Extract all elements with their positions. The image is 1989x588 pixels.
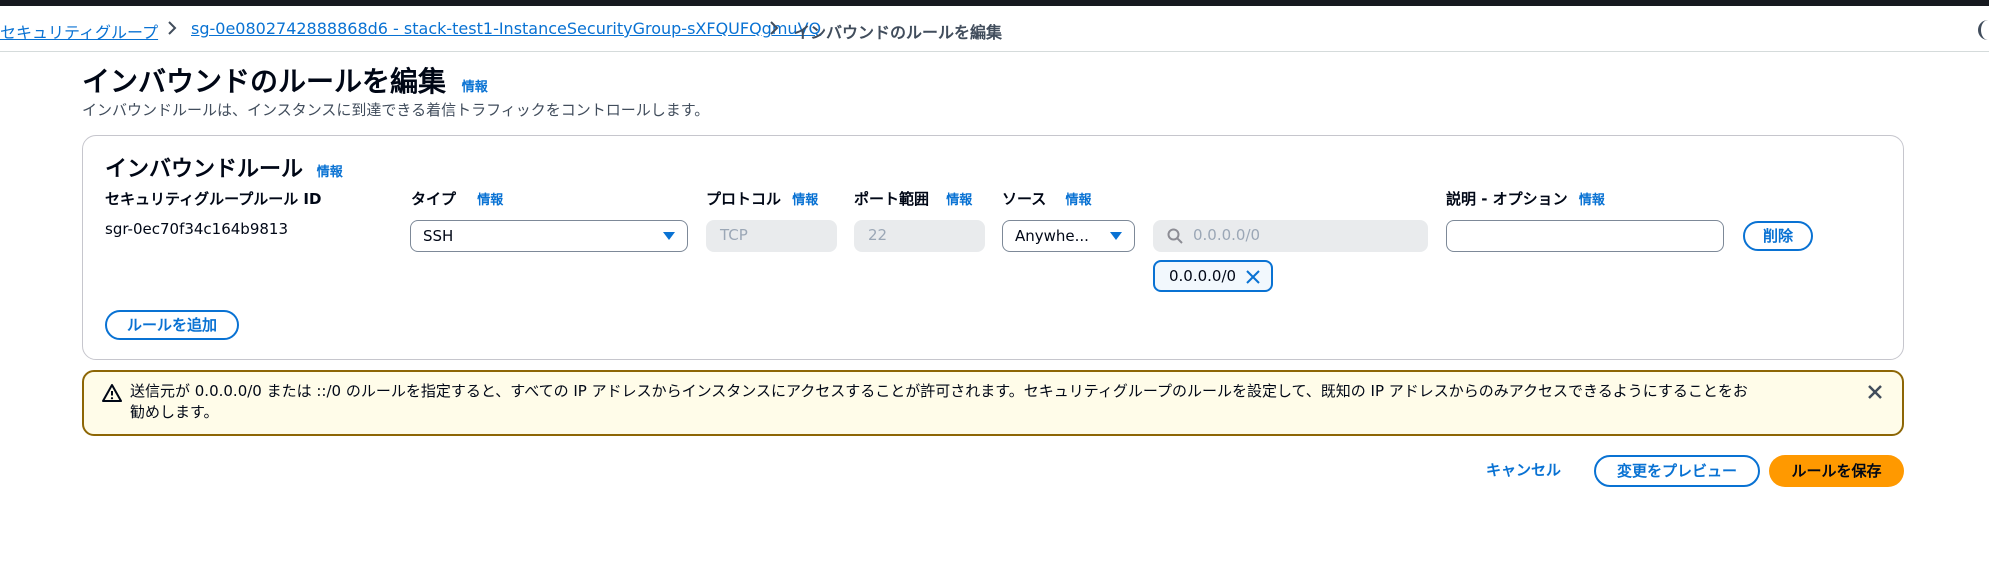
column-header-port-range-label: ポート範囲: [854, 190, 930, 208]
source-cidr-search-input[interactable]: 0.0.0.0/0: [1153, 220, 1428, 252]
close-icon[interactable]: [1866, 383, 1884, 401]
column-header-rule-id: セキュリティグループルール ID: [105, 190, 322, 208]
close-icon[interactable]: [1245, 269, 1261, 285]
delete-button[interactable]: 削除: [1743, 221, 1813, 251]
description-input[interactable]: [1446, 220, 1724, 252]
warning-alert-line-1: 送信元が 0.0.0.0/0 または ::/0 のルールを指定すると、すべての …: [130, 382, 1748, 400]
source-token-label: 0.0.0.0/0: [1169, 267, 1237, 285]
save-rules-button[interactable]: ルールを保存: [1769, 455, 1904, 487]
page-title-text: インバウンドのルールを編集: [82, 65, 447, 98]
info-link[interactable]: 情報: [792, 193, 818, 208]
info-link[interactable]: 情報: [477, 193, 503, 208]
breadcrumb: セキュリティグループ sg-0e0802742888868d6 - stack-…: [0, 6, 1989, 52]
info-link[interactable]: 情報: [1066, 193, 1092, 208]
cancel-button[interactable]: キャンセル: [1486, 459, 1561, 480]
source-token: 0.0.0.0/0: [1153, 260, 1273, 292]
column-header-protocol-label: プロトコル: [706, 190, 782, 208]
caret-down-icon: [1110, 232, 1122, 240]
column-header-protocol: プロトコル 情報: [706, 188, 818, 209]
column-header-source-label: ソース: [1002, 190, 1047, 208]
warning-icon: [102, 384, 122, 402]
breadcrumb-security-groups[interactable]: セキュリティグループ: [0, 19, 158, 43]
panel-title-text: インバウンドルール: [105, 157, 304, 182]
info-link[interactable]: 情報: [462, 80, 488, 95]
column-header-source: ソース 情報: [1002, 188, 1092, 209]
rule-id-value: sgr-0ec70f34c164b9813: [105, 220, 289, 238]
tools-toggle-icon[interactable]: [1978, 20, 1989, 40]
warning-alert-line-2: 勧めします。: [130, 403, 219, 421]
column-header-description-label: 説明 - オプション: [1446, 190, 1568, 208]
column-header-type: タイプ 情報: [411, 188, 503, 209]
type-select[interactable]: SSH: [410, 220, 688, 252]
breadcrumb-current: インバウンドのルールを編集: [794, 23, 1003, 42]
add-rule-button[interactable]: ルールを追加: [105, 310, 239, 340]
source-select[interactable]: Anywhe...: [1002, 220, 1135, 252]
inbound-rules-panel: インバウンドルール 情報 セキュリティグループルール ID タイプ 情報 プロト…: [82, 135, 1904, 360]
search-icon: [1167, 228, 1183, 244]
protocol-input: TCP: [706, 220, 837, 252]
page-description: インバウンドルールは、インスタンスに到達できる着信トラフィックをコントロールしま…: [82, 101, 710, 119]
caret-down-icon: [663, 232, 675, 240]
column-header-type-label: タイプ: [411, 190, 457, 208]
column-header-description: 説明 - オプション 情報: [1446, 188, 1605, 209]
source-cidr-placeholder: 0.0.0.0/0: [1193, 226, 1261, 244]
chevron-right-icon: [770, 21, 779, 35]
warning-alert-text: 送信元が 0.0.0.0/0 または ::/0 のルールを指定すると、すべての …: [130, 381, 1890, 423]
info-link[interactable]: 情報: [317, 165, 343, 180]
type-select-value: SSH: [423, 227, 454, 245]
info-link[interactable]: 情報: [946, 193, 972, 208]
port-range-input: 22: [854, 220, 985, 252]
chevron-right-icon: [168, 21, 177, 35]
source-select-value: Anywhe...: [1015, 227, 1089, 245]
preview-changes-button[interactable]: 変更をプレビュー: [1594, 455, 1760, 487]
panel-title: インバウンドルール 情報: [105, 151, 343, 183]
info-link[interactable]: 情報: [1579, 193, 1605, 208]
breadcrumb-security-group[interactable]: sg-0e0802742888868d6 - stack-test1-Insta…: [191, 19, 821, 38]
page-title: インバウンドのルールを編集 情報: [82, 60, 488, 100]
warning-alert: 送信元が 0.0.0.0/0 または ::/0 のルールを指定すると、すべての …: [82, 370, 1904, 436]
column-header-port-range: ポート範囲 情報: [854, 188, 972, 209]
